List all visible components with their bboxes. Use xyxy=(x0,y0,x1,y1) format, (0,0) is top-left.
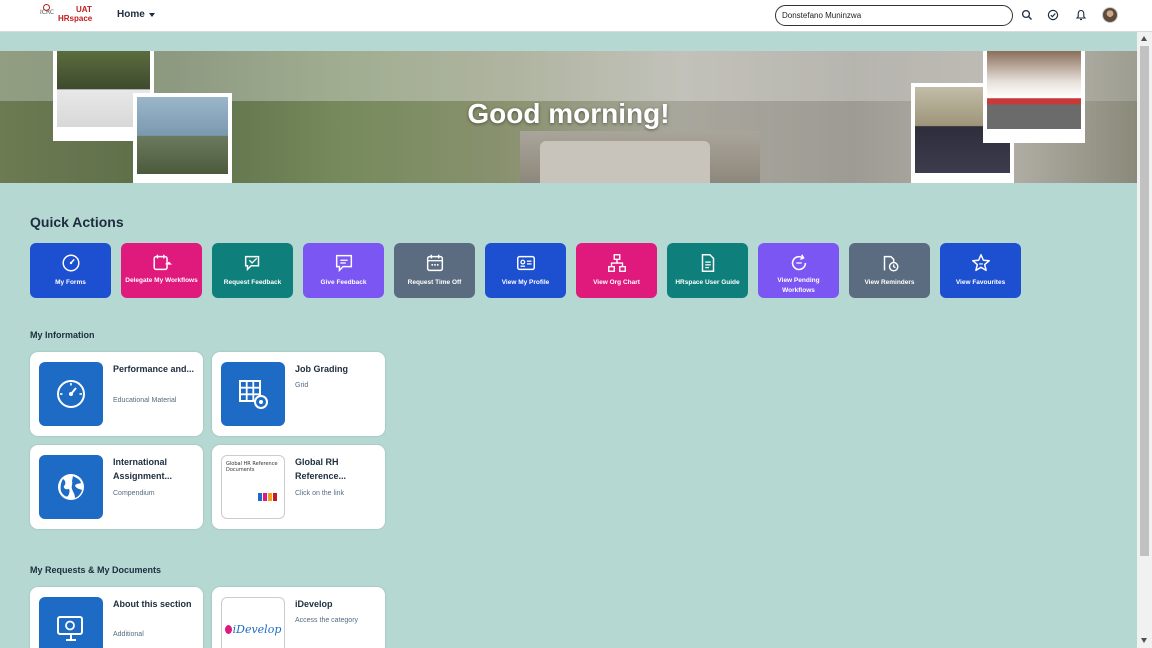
tile-subtitle: Compendium xyxy=(113,490,155,497)
idevelop-logo-text: iDevelop xyxy=(232,622,282,636)
check-circle-icon[interactable] xyxy=(1047,9,1059,21)
quick-actions-title: Quick Actions xyxy=(30,214,124,230)
feedback-icon xyxy=(244,255,259,272)
home-menu-button[interactable]: Home xyxy=(117,9,155,20)
tile-subtitle: Access the category xyxy=(295,617,359,624)
quick-action-label: Request Feedback xyxy=(223,279,282,286)
scrollbar-thumb[interactable] xyxy=(1140,46,1149,556)
idevelop-logo-mark-icon xyxy=(224,624,232,634)
tile-icon-box xyxy=(221,362,285,426)
scroll-down-arrow-icon[interactable] xyxy=(1141,638,1147,643)
tile-job-grading[interactable]: Job Grading Grid xyxy=(212,352,385,436)
quick-action-label: HRspace User Guide xyxy=(675,279,740,286)
logo-org: ICRC xyxy=(40,9,55,16)
quick-action-my-forms[interactable]: My Forms xyxy=(30,243,111,298)
calendar-arrow-icon xyxy=(152,254,172,271)
org-chart-icon xyxy=(607,254,626,272)
banner-vehicle xyxy=(540,141,710,183)
tile-subtitle: Additional xyxy=(113,631,144,638)
quick-actions-row: My Forms Delegate My Workflows Request F… xyxy=(30,243,1021,298)
quick-action-pending-workflows[interactable]: View Pending Workflows xyxy=(758,243,839,298)
tile-icon-box xyxy=(39,362,103,426)
quick-action-request-feedback[interactable]: Request Feedback xyxy=(212,243,293,298)
quick-action-delegate-workflows[interactable]: Delegate My Workflows xyxy=(121,243,202,298)
grid-gear-icon xyxy=(239,380,268,409)
avatar[interactable] xyxy=(1102,7,1118,23)
tile-icon-box xyxy=(39,597,103,648)
tile-title: Global RH Reference... xyxy=(295,457,347,481)
calendar-icon xyxy=(426,254,443,272)
tile-subtitle: Grid xyxy=(295,382,309,389)
tile-title: iDevelop xyxy=(295,599,333,609)
tile-global-rh-reference[interactable]: Global HR Reference Documents Global RH … xyxy=(212,445,385,529)
search-input[interactable] xyxy=(775,5,1013,26)
idevelop-logo: iDevelop xyxy=(221,597,285,648)
bell-icon[interactable] xyxy=(1075,9,1087,21)
tile-icon-box xyxy=(39,455,103,519)
tile-performance[interactable]: Performance and... Educational Material xyxy=(30,352,203,436)
greeting-text: Good morning! xyxy=(467,98,670,129)
quick-action-request-time-off[interactable]: Request Time Off xyxy=(394,243,475,298)
tile-title: Job Grading xyxy=(295,364,349,374)
search-icon[interactable] xyxy=(1021,9,1033,21)
gauge-icon xyxy=(57,380,85,408)
tile-title: Performance and... xyxy=(113,364,195,374)
id-card-icon xyxy=(516,255,535,271)
tile-title: About this section xyxy=(113,599,192,609)
quick-action-view-reminders[interactable]: View Reminders xyxy=(849,243,930,298)
scroll-up-arrow-icon[interactable] xyxy=(1141,36,1147,41)
quick-action-label: Give Feedback xyxy=(320,279,367,286)
tile-subtitle: Click on the link xyxy=(295,490,345,497)
app-logo[interactable]: ICRC UAT HRspace xyxy=(40,4,94,26)
chevron-down-icon xyxy=(148,12,155,17)
quick-action-label: View Pending Workflows xyxy=(777,277,820,294)
logo-app-name: HRspace xyxy=(58,14,93,23)
thumbnail-color-bars xyxy=(257,493,277,501)
tile-subtitle: Educational Material xyxy=(113,397,177,404)
reminder-icon xyxy=(883,255,899,272)
globe-icon xyxy=(58,474,84,500)
home-menu-label: Home xyxy=(117,9,145,20)
tile-about-section[interactable]: About this section Additional xyxy=(30,587,203,648)
tile-title: International Assignment... xyxy=(113,457,173,481)
my-requests-title: My Requests & My Documents xyxy=(30,565,162,575)
quick-action-view-my-profile[interactable]: View My Profile xyxy=(485,243,566,298)
tile-idevelop[interactable]: iDevelop iDevelop Access the category xyxy=(212,587,385,648)
quick-action-label: View Favourites xyxy=(955,279,1006,286)
quick-action-give-feedback[interactable]: Give Feedback xyxy=(303,243,384,298)
refresh-icon xyxy=(791,254,806,271)
quick-action-label: View Org Chart xyxy=(593,279,640,286)
star-icon xyxy=(971,254,990,272)
gauge-icon xyxy=(61,254,80,272)
quick-action-user-guide[interactable]: HRspace User Guide xyxy=(667,243,748,298)
comment-icon xyxy=(335,254,352,273)
document-thumbnail: Global HR Reference Documents xyxy=(221,455,285,519)
quick-action-label: My Forms xyxy=(55,279,86,286)
quick-action-view-favourites[interactable]: View Favourites xyxy=(940,243,1021,298)
quick-action-label: Delegate My Workflows xyxy=(125,277,198,284)
quick-action-label: View Reminders xyxy=(864,279,915,286)
my-information-title: My Information xyxy=(30,330,95,340)
quick-action-label: View My Profile xyxy=(501,279,550,286)
monitor-icon xyxy=(57,616,83,641)
top-header: ICRC UAT HRspace Home xyxy=(0,0,1152,32)
logo-uat: UAT xyxy=(76,5,92,14)
quick-action-view-org-chart[interactable]: View Org Chart xyxy=(576,243,657,298)
page-scrollbar[interactable] xyxy=(1137,32,1152,648)
tile-international-assignment[interactable]: International Assignment... Compendium xyxy=(30,445,203,529)
thumbnail-text: Global HR Reference Documents xyxy=(226,461,278,473)
welcome-banner: Good morning! xyxy=(0,51,1137,183)
quick-action-label: Request Time Off xyxy=(407,279,462,286)
document-icon xyxy=(701,254,714,272)
